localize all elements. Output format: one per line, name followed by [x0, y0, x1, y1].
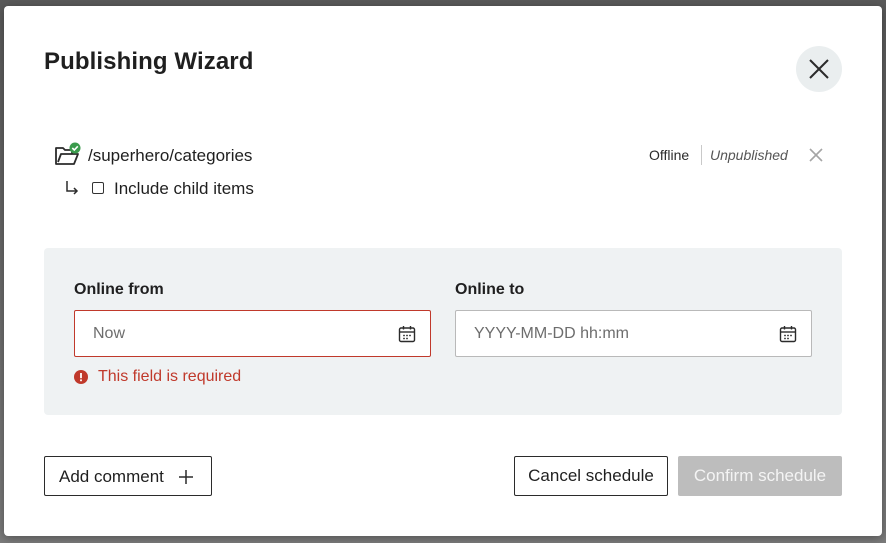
cancel-schedule-button[interactable]: Cancel schedule	[514, 456, 668, 496]
online-to-input[interactable]: YYYY-MM-DD hh:mm	[455, 310, 812, 357]
calendar-icon[interactable]	[779, 325, 797, 343]
error-icon	[74, 370, 88, 384]
item-path: /superhero/categories	[88, 146, 253, 165]
publish-status: Unpublished	[710, 147, 788, 163]
error-message: This field is required	[98, 368, 242, 385]
include-children-checkbox[interactable]	[92, 182, 104, 194]
calendar-icon[interactable]	[398, 325, 416, 343]
online-to-label: Online to	[455, 281, 525, 298]
include-children-label: Include child items	[114, 179, 254, 198]
online-from-input[interactable]: Now	[74, 310, 431, 357]
remove-item-icon[interactable]	[808, 147, 824, 163]
add-comment-button[interactable]: Add comment	[44, 456, 212, 496]
close-icon	[809, 59, 829, 79]
close-dialog-button[interactable]	[796, 46, 842, 92]
publishing-wizard-dialog: Publishing Wizard /superhero/categories …	[4, 6, 882, 536]
add-comment-label: Add comment	[59, 467, 164, 486]
plus-icon	[179, 470, 193, 484]
online-from-placeholder: Now	[93, 325, 126, 342]
confirm-schedule-button[interactable]: Confirm schedule	[678, 456, 842, 496]
dialog-title: Publishing Wizard	[44, 48, 254, 75]
arrow-down-right-icon	[66, 181, 79, 195]
online-to-placeholder: YYYY-MM-DD hh:mm	[474, 325, 629, 342]
status-divider	[701, 145, 702, 165]
online-status: Offline	[649, 147, 690, 163]
online-from-label: Online from	[74, 281, 164, 298]
folder-open-check-icon	[55, 142, 81, 165]
schedule-panel: Online from Now This field is required O…	[44, 248, 842, 415]
publish-item-row: /superhero/categories Offline Unpublishe…	[54, 142, 844, 168]
